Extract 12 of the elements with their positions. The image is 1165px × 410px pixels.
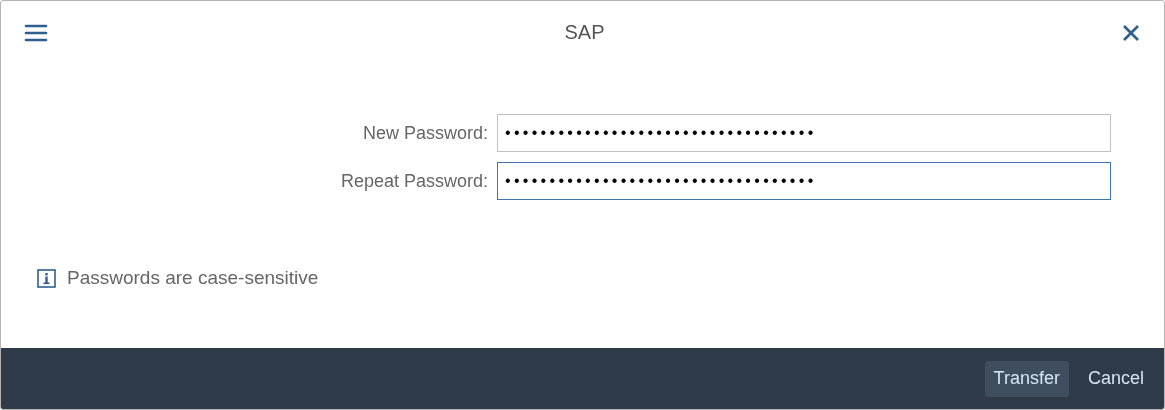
dialog-title: SAP — [564, 19, 605, 45]
menu-icon — [24, 24, 48, 42]
field-label: Repeat Password: — [340, 169, 488, 193]
password-field[interactable]: ••••••••••••••••••••••••••••••••••• — [497, 162, 1111, 200]
password-field[interactable]: ••••••••••••••••••••••••••••••••••• — [497, 114, 1111, 152]
footer-button[interactable]: Transfer — [984, 360, 1069, 397]
info-icon — [37, 268, 56, 288]
menu-button[interactable] — [23, 23, 49, 43]
footer-button[interactable]: Cancel — [1078, 360, 1153, 397]
field-label: New Password: — [362, 121, 488, 145]
info-message: Passwords are case-sensitive — [67, 266, 319, 290]
close-icon — [1122, 24, 1140, 42]
